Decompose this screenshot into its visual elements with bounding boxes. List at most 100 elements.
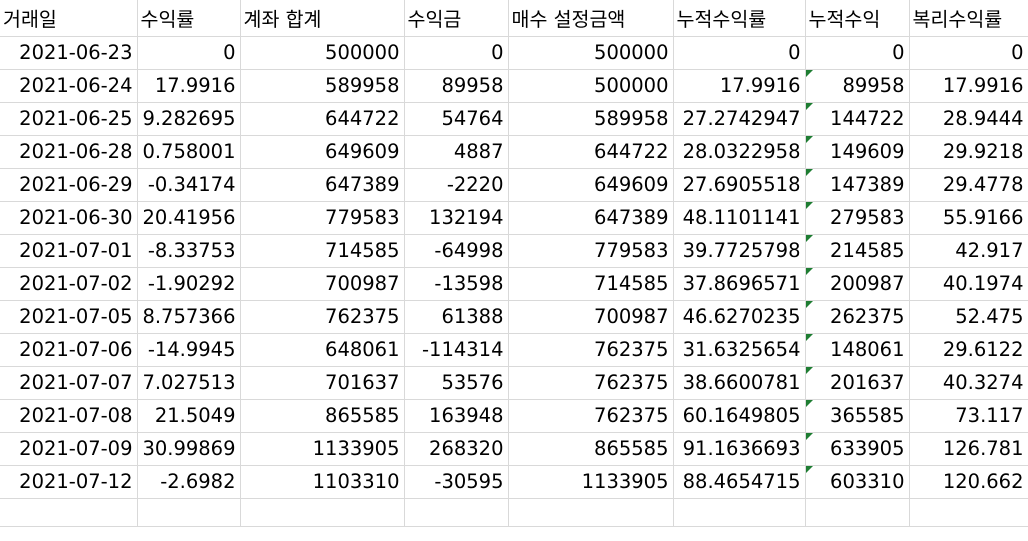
- value-cell[interactable]: -1.90292: [137, 267, 241, 301]
- value-cell[interactable]: 17.9916: [909, 69, 1028, 103]
- value-cell[interactable]: 589958: [240, 69, 405, 103]
- value-cell[interactable]: 1103310: [240, 465, 405, 499]
- date-cell[interactable]: 2021-07-12: [0, 465, 138, 499]
- value-cell[interactable]: 52.475: [909, 300, 1028, 334]
- date-cell[interactable]: 2021-06-30: [0, 201, 138, 235]
- value-cell[interactable]: 762375: [508, 333, 674, 367]
- value-cell[interactable]: 865585: [508, 432, 674, 466]
- value-cell[interactable]: 0: [404, 36, 509, 70]
- empty-cell[interactable]: [240, 498, 405, 527]
- value-cell[interactable]: 279583: [805, 201, 910, 235]
- value-cell[interactable]: 9.282695: [137, 102, 241, 136]
- value-cell[interactable]: 163948: [404, 399, 509, 433]
- header-cell[interactable]: 계좌 합계: [240, 0, 405, 37]
- value-cell[interactable]: 1133905: [508, 465, 674, 499]
- value-cell[interactable]: -8.33753: [137, 234, 241, 268]
- value-cell[interactable]: -114314: [404, 333, 509, 367]
- value-cell[interactable]: 0.758001: [137, 135, 241, 169]
- value-cell[interactable]: 21.5049: [137, 399, 241, 433]
- value-cell[interactable]: 147389: [805, 168, 910, 202]
- value-cell[interactable]: 201637: [805, 366, 910, 400]
- value-cell[interactable]: 42.917: [909, 234, 1028, 268]
- value-cell[interactable]: 649609: [508, 168, 674, 202]
- value-cell[interactable]: -14.9945: [137, 333, 241, 367]
- value-cell[interactable]: 262375: [805, 300, 910, 334]
- value-cell[interactable]: 132194: [404, 201, 509, 235]
- date-cell[interactable]: 2021-06-28: [0, 135, 138, 169]
- value-cell[interactable]: 714585: [508, 267, 674, 301]
- date-cell[interactable]: 2021-06-29: [0, 168, 138, 202]
- value-cell[interactable]: 91.1636693: [673, 432, 806, 466]
- date-cell[interactable]: 2021-07-07: [0, 366, 138, 400]
- value-cell[interactable]: 28.9444: [909, 102, 1028, 136]
- value-cell[interactable]: 46.6270235: [673, 300, 806, 334]
- value-cell[interactable]: 73.117: [909, 399, 1028, 433]
- value-cell[interactable]: 31.6325654: [673, 333, 806, 367]
- value-cell[interactable]: 500000: [508, 69, 674, 103]
- value-cell[interactable]: -2.6982: [137, 465, 241, 499]
- date-cell[interactable]: 2021-07-05: [0, 300, 138, 334]
- value-cell[interactable]: 603310: [805, 465, 910, 499]
- empty-cell[interactable]: [137, 498, 241, 527]
- date-cell[interactable]: 2021-07-09: [0, 432, 138, 466]
- value-cell[interactable]: 701637: [240, 366, 405, 400]
- value-cell[interactable]: -0.34174: [137, 168, 241, 202]
- value-cell[interactable]: 28.0322958: [673, 135, 806, 169]
- value-cell[interactable]: 17.9916: [137, 69, 241, 103]
- value-cell[interactable]: 27.6905518: [673, 168, 806, 202]
- value-cell[interactable]: 633905: [805, 432, 910, 466]
- header-cell[interactable]: 복리수익률: [909, 0, 1028, 37]
- value-cell[interactable]: 27.2742947: [673, 102, 806, 136]
- value-cell[interactable]: 700987: [508, 300, 674, 334]
- value-cell[interactable]: 30.99869: [137, 432, 241, 466]
- value-cell[interactable]: 8.757366: [137, 300, 241, 334]
- date-cell[interactable]: 2021-06-24: [0, 69, 138, 103]
- value-cell[interactable]: 55.9166: [909, 201, 1028, 235]
- value-cell[interactable]: 865585: [240, 399, 405, 433]
- header-cell[interactable]: 누적수익률: [673, 0, 806, 37]
- header-cell[interactable]: 수익금: [404, 0, 509, 37]
- value-cell[interactable]: 779583: [240, 201, 405, 235]
- empty-cell[interactable]: [805, 498, 910, 527]
- date-cell[interactable]: 2021-07-02: [0, 267, 138, 301]
- empty-cell[interactable]: [404, 498, 509, 527]
- value-cell[interactable]: 144722: [805, 102, 910, 136]
- value-cell[interactable]: 148061: [805, 333, 910, 367]
- value-cell[interactable]: -2220: [404, 168, 509, 202]
- value-cell[interactable]: 365585: [805, 399, 910, 433]
- value-cell[interactable]: 647389: [240, 168, 405, 202]
- date-cell[interactable]: 2021-07-01: [0, 234, 138, 268]
- value-cell[interactable]: 38.6600781: [673, 366, 806, 400]
- value-cell[interactable]: 647389: [508, 201, 674, 235]
- value-cell[interactable]: 29.9218: [909, 135, 1028, 169]
- empty-cell[interactable]: [0, 498, 138, 527]
- value-cell[interactable]: 700987: [240, 267, 405, 301]
- value-cell[interactable]: 29.4778: [909, 168, 1028, 202]
- value-cell[interactable]: 20.41956: [137, 201, 241, 235]
- value-cell[interactable]: 48.1101141: [673, 201, 806, 235]
- value-cell[interactable]: 89958: [805, 69, 910, 103]
- empty-cell[interactable]: [909, 498, 1028, 527]
- empty-cell[interactable]: [508, 498, 674, 527]
- value-cell[interactable]: 762375: [508, 399, 674, 433]
- value-cell[interactable]: 120.662: [909, 465, 1028, 499]
- header-cell[interactable]: 수익률: [137, 0, 241, 37]
- value-cell[interactable]: 126.781: [909, 432, 1028, 466]
- value-cell[interactable]: 89958: [404, 69, 509, 103]
- value-cell[interactable]: 500000: [508, 36, 674, 70]
- header-cell[interactable]: 누적수익: [805, 0, 910, 37]
- empty-cell[interactable]: [673, 498, 806, 527]
- value-cell[interactable]: 60.1649805: [673, 399, 806, 433]
- value-cell[interactable]: 644722: [508, 135, 674, 169]
- value-cell[interactable]: 0: [137, 36, 241, 70]
- value-cell[interactable]: 61388: [404, 300, 509, 334]
- value-cell[interactable]: 589958: [508, 102, 674, 136]
- value-cell[interactable]: 4887: [404, 135, 509, 169]
- value-cell[interactable]: 0: [673, 36, 806, 70]
- value-cell[interactable]: 500000: [240, 36, 405, 70]
- value-cell[interactable]: 649609: [240, 135, 405, 169]
- value-cell[interactable]: 37.8696571: [673, 267, 806, 301]
- value-cell[interactable]: 0: [909, 36, 1028, 70]
- value-cell[interactable]: 1133905: [240, 432, 405, 466]
- value-cell[interactable]: 0: [805, 36, 910, 70]
